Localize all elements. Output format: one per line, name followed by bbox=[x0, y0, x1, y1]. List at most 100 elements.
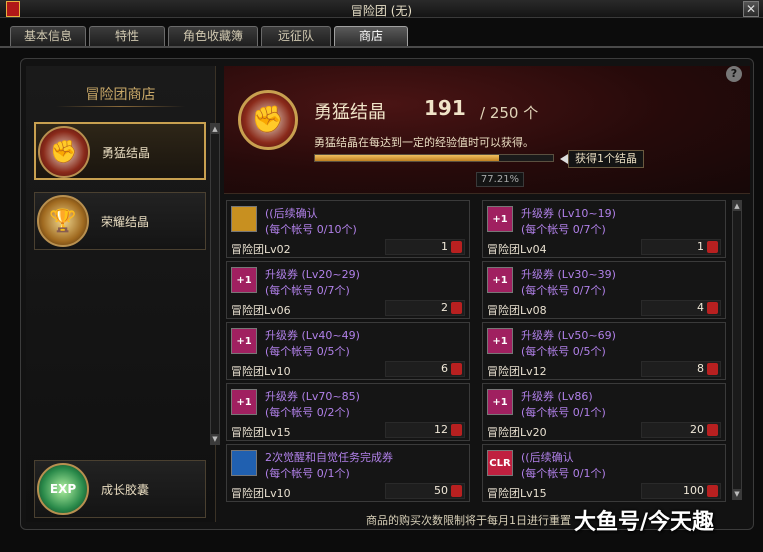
price-value: 1 bbox=[697, 240, 704, 253]
item-name: 升级券 (Lv40~49) bbox=[265, 329, 360, 342]
price-value: 12 bbox=[434, 423, 448, 436]
currency-header: ? ✊ 勇猛结晶 191 / 250 个 勇猛结晶在每达到一定的经验值时可以获得… bbox=[224, 66, 750, 194]
level-ticket-icon: +1 bbox=[487, 328, 513, 354]
category-label: 荣耀结晶 bbox=[101, 215, 150, 229]
item-scrollbar[interactable]: ▲ ▼ bbox=[732, 200, 742, 500]
shop-item[interactable]: +1 升级券 (Lv30~39) (每个帐号 0/7个) 冒险团Lv08 4 bbox=[482, 261, 726, 319]
shop-item[interactable]: +1 升级券 (Lv70~85) (每个帐号 0/2个) 冒险团Lv15 12 bbox=[226, 383, 470, 441]
price-value: 1 bbox=[441, 240, 448, 253]
price-value: 6 bbox=[441, 362, 448, 375]
window-title: 冒险团 (无) bbox=[350, 4, 413, 18]
item-price: 20 bbox=[641, 422, 721, 438]
crystal-icon bbox=[707, 363, 718, 375]
level-ticket-icon: +1 bbox=[487, 267, 513, 293]
tab-basic-info[interactable]: 基本信息 bbox=[10, 26, 86, 46]
scroll-up-icon[interactable]: ▲ bbox=[733, 201, 741, 211]
item-purchase-limit: (每个帐号 0/1个) bbox=[265, 467, 350, 480]
category-label: 成长胶囊 bbox=[101, 483, 150, 497]
item-purchase-limit: (每个帐号 0/5个) bbox=[521, 345, 606, 358]
price-value: 4 bbox=[697, 301, 704, 314]
progress-percent: 77.21% bbox=[476, 172, 524, 187]
item-name: ((后续确认 bbox=[265, 207, 318, 220]
sidebar-scrollbar[interactable]: ▲ ▼ bbox=[210, 123, 220, 445]
shop-item[interactable]: +1 升级券 (Lv50~69) (每个帐号 0/5个) 冒险团Lv12 8 bbox=[482, 322, 726, 380]
level-ticket-icon: +1 bbox=[487, 389, 513, 415]
crystal-icon bbox=[451, 424, 462, 436]
item-name: 升级券 (Lv70~85) bbox=[265, 390, 360, 403]
reward-tip: 获得1个结晶 bbox=[568, 150, 644, 168]
item-level-requirement: 冒险团Lv06 bbox=[231, 304, 291, 317]
watermark: 大鱼号/今天趣 bbox=[574, 510, 715, 535]
tab-expedition[interactable]: 远征队 bbox=[261, 26, 331, 46]
level-ticket-icon: +1 bbox=[231, 267, 257, 293]
reset-notice: 商品的购买次数限制将于每月1日进行重置 bbox=[366, 514, 571, 527]
title-bar: 冒险团 (无) ✕ bbox=[0, 0, 763, 18]
item-price: 12 bbox=[385, 422, 465, 438]
crystal-icon bbox=[707, 241, 718, 253]
item-name: ((后续确认 bbox=[521, 451, 574, 464]
item-price: 1 bbox=[641, 239, 721, 255]
item-purchase-limit: (每个帐号 0/1个) bbox=[521, 467, 606, 480]
fist-icon: ✊ bbox=[238, 90, 298, 150]
category-label: 勇猛结晶 bbox=[102, 146, 151, 160]
item-level-requirement: 冒险团Lv20 bbox=[487, 426, 547, 439]
shop-item[interactable]: +1 升级券 (Lv40~49) (每个帐号 0/5个) 冒险团Lv10 6 bbox=[226, 322, 470, 380]
close-button[interactable]: ✕ bbox=[743, 1, 759, 17]
item-purchase-limit: (每个帐号 0/2个) bbox=[265, 406, 350, 419]
scroll-down-icon[interactable]: ▼ bbox=[733, 489, 741, 499]
shop-item[interactable]: +1 升级券 (Lv86) (每个帐号 0/1个) 冒险团Lv20 20 bbox=[482, 383, 726, 441]
help-button[interactable]: ? bbox=[726, 66, 742, 82]
item-name: 升级券 (Lv10~19) bbox=[521, 207, 616, 220]
currency-count: 191 bbox=[424, 96, 466, 120]
category-growth-capsule[interactable]: EXP 成长胶囊 bbox=[34, 460, 206, 518]
item-name: 升级券 (Lv20~29) bbox=[265, 268, 360, 281]
price-value: 20 bbox=[690, 423, 704, 436]
tab-divider bbox=[0, 46, 763, 48]
crystal-icon bbox=[451, 302, 462, 314]
item-price: 6 bbox=[385, 361, 465, 377]
item-name: 升级券 (Lv86) bbox=[521, 390, 593, 403]
crystal-icon bbox=[707, 302, 718, 314]
shop-item[interactable]: CLR ((后续确认 (每个帐号 0/1个) 冒险团Lv15 100 bbox=[482, 444, 726, 502]
item-level-requirement: 冒险团Lv04 bbox=[487, 243, 547, 256]
level-ticket-icon: +1 bbox=[231, 328, 257, 354]
trophy-icon: 🏆 bbox=[37, 195, 89, 247]
scroll-down-icon[interactable]: ▼ bbox=[211, 434, 219, 444]
sidebar-title-divider bbox=[56, 106, 185, 107]
tab-character-collection[interactable]: 角色收藏簿 bbox=[168, 26, 258, 46]
tab-traits[interactable]: 特性 bbox=[89, 26, 165, 46]
item-purchase-limit: (每个帐号 0/5个) bbox=[265, 345, 350, 358]
item-purchase-limit: (每个帐号 0/10个) bbox=[265, 223, 357, 236]
progress-fill bbox=[315, 155, 499, 161]
price-value: 8 bbox=[697, 362, 704, 375]
price-value: 50 bbox=[434, 484, 448, 497]
item-level-requirement: 冒险团Lv12 bbox=[487, 365, 547, 378]
scroll-up-icon[interactable]: ▲ bbox=[211, 124, 219, 134]
exp-capsule-icon: EXP bbox=[37, 463, 89, 515]
item-level-requirement: 冒险团Lv08 bbox=[487, 304, 547, 317]
item-price: 100 bbox=[641, 483, 721, 499]
item-price: 1 bbox=[385, 239, 465, 255]
fist-icon: ✊ bbox=[38, 126, 90, 178]
category-glory-crystal[interactable]: 🏆 荣耀结晶 bbox=[34, 192, 206, 250]
shop-sidebar: 冒险团商店 ✊ 勇猛结晶 🏆 荣耀结晶 EXP 成长胶囊 bbox=[26, 66, 216, 522]
shop-item[interactable]: ((后续确认 (每个帐号 0/10个) 冒险团Lv02 1 bbox=[226, 200, 470, 258]
item-price: 8 bbox=[641, 361, 721, 377]
tab-shop[interactable]: 商店 bbox=[334, 26, 408, 46]
shop-item[interactable]: +1 升级券 (Lv10~19) (每个帐号 0/7个) 冒险团Lv04 1 bbox=[482, 200, 726, 258]
price-value: 100 bbox=[683, 484, 704, 497]
item-level-requirement: 冒险团Lv10 bbox=[231, 365, 291, 378]
item-price: 4 bbox=[641, 300, 721, 316]
progress-bar bbox=[314, 154, 554, 162]
shop-item[interactable]: 2次觉醒和自觉任务完成券 (每个帐号 0/1个) 冒险团Lv10 50 bbox=[226, 444, 470, 502]
item-purchase-limit: (每个帐号 0/1个) bbox=[521, 406, 606, 419]
category-courage-crystal[interactable]: ✊ 勇猛结晶 bbox=[34, 122, 206, 180]
shop-item[interactable]: +1 升级券 (Lv20~29) (每个帐号 0/7个) 冒险团Lv06 2 bbox=[226, 261, 470, 319]
tab-bar: 基本信息 特性 角色收藏簿 远征队 商店 bbox=[10, 26, 408, 46]
sidebar-title: 冒险团商店 bbox=[85, 87, 156, 103]
currency-max: / 250 个 bbox=[480, 104, 539, 122]
item-level-requirement: 冒险团Lv15 bbox=[487, 487, 547, 500]
item-purchase-limit: (每个帐号 0/7个) bbox=[265, 284, 350, 297]
crystal-icon bbox=[451, 485, 462, 497]
crystal-icon bbox=[707, 485, 718, 497]
